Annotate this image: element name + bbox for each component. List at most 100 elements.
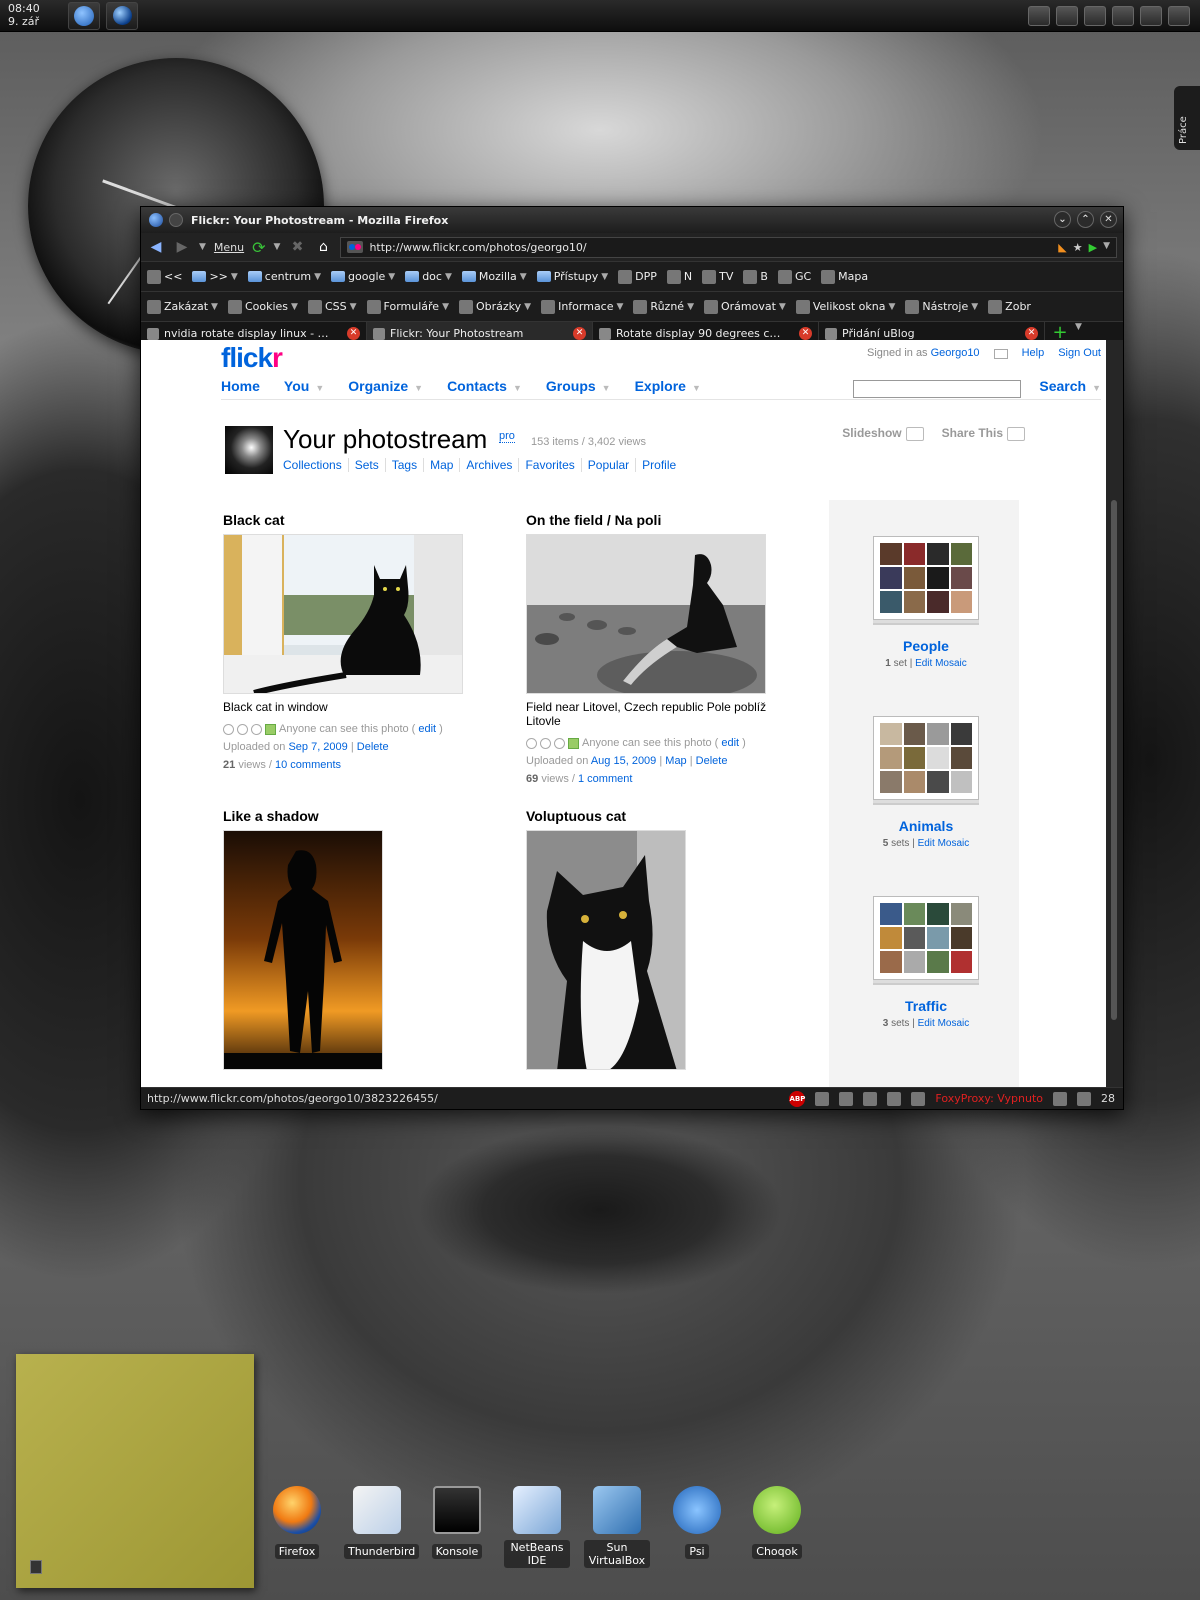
username-link[interactable]: Georgo10 [931, 347, 980, 359]
chevron-down-icon[interactable]: ▼ [602, 383, 611, 393]
voluptuous-cat-photo[interactable] [526, 830, 686, 1070]
globe-launcher-icon[interactable] [106, 2, 138, 30]
chevron-down-icon[interactable]: ▼ [513, 383, 522, 393]
comments-link[interactable]: 10 comments [275, 759, 341, 771]
edit-mosaic-link[interactable]: Edit Mosaic [918, 1018, 970, 1029]
buddy-icon-avatar[interactable] [225, 426, 273, 474]
dev-toolbar-menu[interactable]: Cookies ▼ [227, 299, 298, 314]
nav-groups[interactable]: Groups ▼ [546, 378, 611, 394]
bookmark-item[interactable]: google ▼ [331, 270, 395, 283]
bookmark-item[interactable]: TV [702, 269, 733, 284]
nav-explore[interactable]: Explore ▼ [635, 378, 701, 394]
nav-you[interactable]: You ▼ [284, 378, 324, 394]
go-arrow-icon[interactable]: ▶ [1089, 241, 1097, 254]
rss-icon[interactable]: ◣ [1058, 241, 1066, 254]
display-icon[interactable] [1112, 6, 1134, 26]
upload-date-link[interactable]: Sep 7, 2009 [288, 741, 347, 753]
help-link[interactable]: Help [1022, 347, 1045, 359]
search-input[interactable] [853, 380, 1021, 398]
subnav-tags[interactable]: Tags [384, 458, 423, 472]
tab-close-icon[interactable]: ✕ [799, 327, 812, 340]
tab-close-icon[interactable]: ✕ [573, 327, 586, 340]
stop-icon[interactable]: ✖ [288, 239, 306, 255]
dev-toolbar-menu[interactable]: Zakázat ▼ [147, 299, 218, 314]
chevron-down-icon[interactable]: ▼ [414, 383, 423, 393]
dev-toolbar-menu[interactable]: Velikost okna ▼ [795, 299, 895, 314]
bookmark-item[interactable]: Přístupy ▼ [536, 270, 608, 283]
back-arrow-icon[interactable]: ◀ [147, 239, 165, 255]
dock-launcher[interactable]: Sun VirtualBox [584, 1486, 650, 1568]
subnav-map[interactable]: Map [423, 458, 459, 472]
url-dropdown-icon[interactable]: ▼ [1103, 241, 1110, 254]
window-titlebar[interactable]: Flickr: Your Photostream - Mozilla Firef… [141, 207, 1123, 233]
minimize-icon[interactable]: ⌄ [1054, 211, 1071, 228]
bookmark-item[interactable]: B [743, 269, 768, 284]
delete-link[interactable]: Delete [696, 755, 728, 767]
dock-launcher[interactable]: Choqok [744, 1486, 810, 1568]
subnav-collections[interactable]: Collections [283, 458, 348, 472]
firefox-icon[interactable] [273, 1486, 321, 1534]
choqok-icon[interactable] [753, 1486, 801, 1534]
dock-launcher[interactable]: Thunderbird [344, 1486, 420, 1568]
set-people[interactable]: People 1 set | Edit Mosaic [873, 536, 979, 669]
subnav-favorites[interactable]: Favorites [518, 458, 580, 472]
share-button[interactable]: Share This [942, 426, 1025, 441]
feed-reader-icon[interactable] [1053, 1091, 1067, 1106]
bookmark-item[interactable]: centrum ▼ [247, 270, 321, 283]
chevron-down-icon[interactable]: ▼ [315, 383, 324, 393]
subnav-profile[interactable]: Profile [635, 458, 682, 472]
nav-organize[interactable]: Organize ▼ [348, 378, 423, 394]
virtualbox-icon[interactable] [593, 1486, 641, 1534]
greasemonkey-icon[interactable] [839, 1091, 854, 1106]
bookmark-item[interactable]: N [666, 269, 692, 284]
window-menu-icon[interactable] [169, 213, 183, 227]
panel-clock[interactable]: 08:40 9. zář [8, 2, 40, 28]
foxyproxy-status[interactable]: FoxyProxy: Vypnuto [935, 1092, 1043, 1105]
dev-toolbar-menu[interactable]: Nástroje ▼ [905, 299, 978, 314]
privacy-edit-link[interactable]: edit [721, 737, 739, 749]
dock-launcher[interactable]: Konsole [424, 1486, 490, 1568]
chevron-down-icon[interactable]: ▼ [692, 383, 701, 393]
dock-launcher[interactable]: Psi [664, 1486, 730, 1568]
photo-title[interactable]: Voluptuous cat [526, 808, 796, 824]
nav-home[interactable]: Home [221, 378, 260, 394]
netbeans-icon[interactable] [513, 1486, 561, 1534]
volume-muted-icon[interactable] [1140, 6, 1162, 26]
bookmark-item[interactable]: Mozilla ▼ [461, 270, 527, 283]
menu-button[interactable]: Menu [214, 241, 244, 254]
url-bar[interactable]: http://www.flickr.com/photos/georgo10/ ◣… [340, 236, 1117, 258]
edit-mosaic-link[interactable]: Edit Mosaic [918, 838, 970, 849]
bookmark-item[interactable]: << [147, 269, 182, 284]
delete-link[interactable]: Delete [357, 741, 389, 753]
set-name[interactable]: Traffic [873, 998, 979, 1014]
dock-launcher[interactable]: Firefox [264, 1486, 330, 1568]
map-link[interactable]: Map [665, 755, 686, 767]
reload-dropdown-icon[interactable]: ▼ [274, 242, 281, 252]
subnav-sets[interactable]: Sets [347, 458, 385, 472]
slideshow-button[interactable]: Slideshow [842, 426, 924, 441]
page-scrollbar[interactable] [1106, 340, 1123, 1089]
upload-date-link[interactable]: Aug 15, 2009 [591, 755, 656, 767]
pencil-icon[interactable] [815, 1091, 830, 1106]
infinity-icon[interactable] [1084, 6, 1106, 26]
psi-icon[interactable] [673, 1486, 721, 1534]
konsole-icon[interactable] [433, 1486, 481, 1534]
network-icon[interactable] [1028, 6, 1050, 26]
photo-title[interactable]: On the field / Na poli [526, 512, 796, 528]
scrollbar-thumb[interactable] [1111, 500, 1117, 1020]
forward-arrow-icon[interactable]: ▶ [173, 239, 191, 255]
nav-contacts[interactable]: Contacts ▼ [447, 378, 522, 394]
dev-toolbar-menu[interactable]: Zobr [988, 299, 1031, 314]
pro-badge[interactable]: pro [499, 430, 515, 443]
home-icon[interactable]: ⌂ [314, 239, 332, 255]
sign-out-link[interactable]: Sign Out [1058, 347, 1101, 359]
bookmark-star-icon[interactable]: ★ [1073, 241, 1083, 254]
set-animals[interactable]: Animals 5 sets | Edit Mosaic [873, 716, 979, 849]
bookmark-item[interactable]: DPP [618, 269, 657, 284]
set-mosaic[interactable] [873, 896, 979, 980]
kde-menu-icon[interactable] [68, 2, 100, 30]
s-extension-icon[interactable] [863, 1091, 878, 1106]
set-mosaic[interactable] [873, 536, 979, 620]
activity-tab[interactable]: Práce [1174, 86, 1200, 150]
search-button[interactable]: Search ▼ [1039, 378, 1101, 394]
